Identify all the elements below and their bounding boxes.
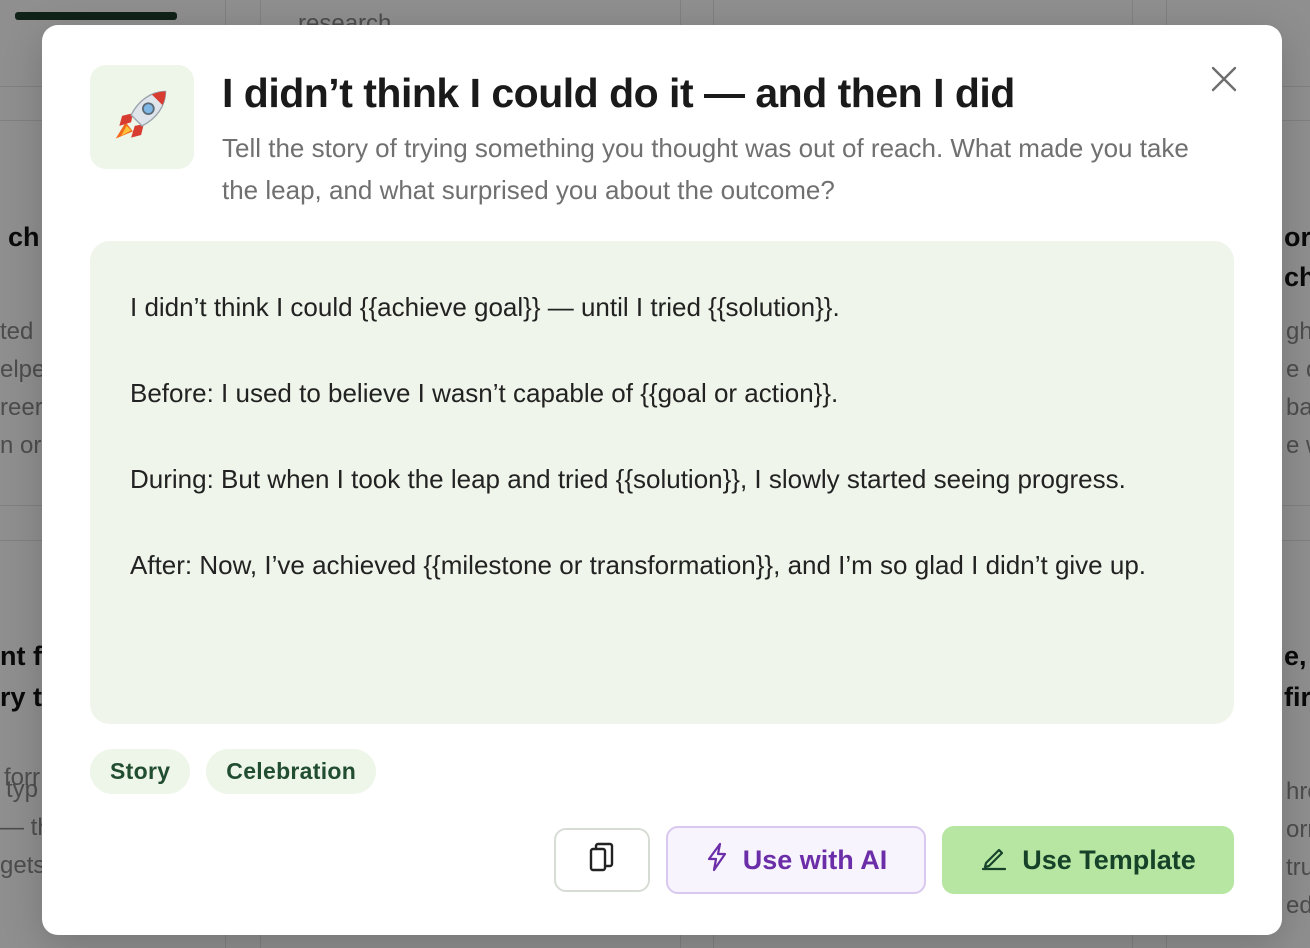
- background-card-title: ch: [8, 222, 40, 252]
- template-line: I didn’t think I could {{achieve goal}} …: [130, 292, 840, 322]
- template-line: Before: I used to believe I wasn’t capab…: [130, 378, 839, 408]
- background-card-title: nt f: [0, 641, 42, 671]
- background-card-title: or: [1284, 222, 1310, 252]
- modal-actions: Use with AI Use Template: [554, 826, 1234, 894]
- background-text: n or: [0, 432, 42, 459]
- background-text: e w: [1286, 432, 1310, 459]
- template-line: During: But when I took the leap and tri…: [130, 464, 1126, 494]
- background-text: typ: [6, 776, 39, 803]
- tag-list: Story Celebration: [90, 749, 377, 794]
- template-preview-modal: I didn’t think I could do it — and then …: [42, 25, 1282, 935]
- background-text: e de: [1286, 356, 1310, 383]
- close-icon: [1210, 65, 1238, 98]
- background-card-title: e,: [1284, 641, 1307, 671]
- tag-story[interactable]: Story: [90, 749, 191, 794]
- copy-button[interactable]: [554, 828, 650, 892]
- use-template-button[interactable]: Use Template: [942, 826, 1234, 894]
- modal-title: I didn’t think I could do it — and then …: [222, 70, 1015, 116]
- background-card-title: ry t: [0, 682, 43, 712]
- use-with-ai-button[interactable]: Use with AI: [666, 826, 926, 894]
- close-button[interactable]: [1206, 63, 1242, 99]
- background-text: reer: [0, 394, 43, 421]
- pencil-icon: [980, 843, 1008, 878]
- background-text: bac: [1286, 394, 1310, 421]
- background-header-bar: [15, 12, 177, 20]
- background-text: ted: [0, 318, 34, 345]
- background-card-title: ch: [1284, 262, 1310, 292]
- background-card-title: fir: [1284, 682, 1310, 712]
- background-text: orn: [1286, 816, 1310, 843]
- background-text: elpe: [0, 356, 46, 383]
- use-with-ai-label: Use with AI: [742, 844, 888, 875]
- background-text: ght: [1286, 318, 1310, 345]
- use-template-label: Use Template: [1022, 844, 1196, 875]
- tag-celebration[interactable]: Celebration: [206, 749, 377, 794]
- template-content: I didn’t think I could {{achieve goal}} …: [90, 241, 1234, 724]
- modal-subtitle: Tell the story of trying something you t…: [222, 133, 1189, 205]
- template-line: After: Now, I’ve achieved {{milestone or…: [130, 550, 1147, 580]
- background-text: gets: [0, 852, 46, 879]
- lightning-icon: [705, 842, 729, 879]
- background-text: tru: [1286, 854, 1310, 881]
- rocket-icon: [113, 86, 171, 149]
- copy-icon: [589, 842, 615, 879]
- background-text: hro: [1286, 778, 1310, 805]
- background-text: ed: [1286, 892, 1310, 919]
- template-icon-tile: [90, 65, 194, 169]
